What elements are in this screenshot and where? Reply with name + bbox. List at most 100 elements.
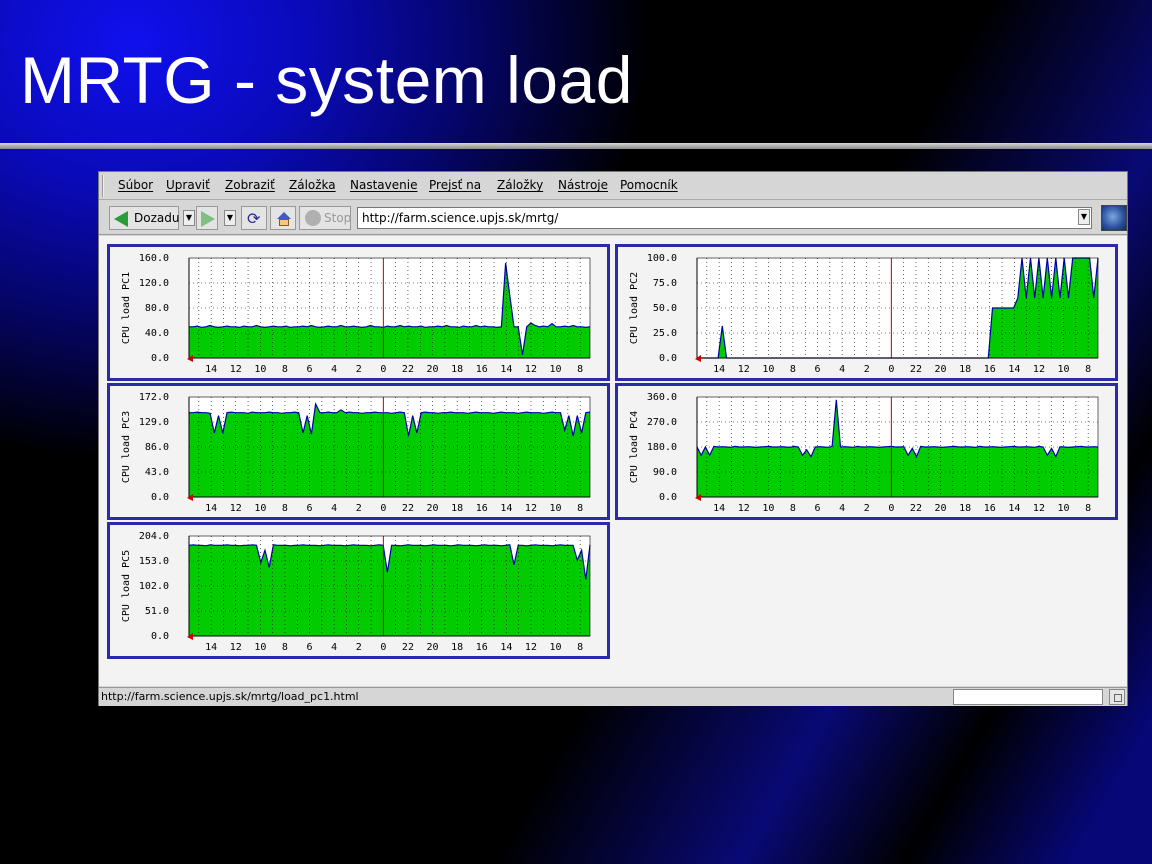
y-axis-label: CPU load PC3 — [121, 411, 132, 483]
x-tick-label: 4 — [331, 642, 337, 653]
x-tick-label: 0 — [380, 642, 386, 653]
y-tick-label: 0.0 — [151, 353, 169, 364]
y-tick-label: 40.0 — [145, 328, 169, 339]
x-tick-label: 2 — [356, 364, 362, 375]
x-tick-label: 0 — [888, 364, 894, 375]
y-tick-label: 102.0 — [139, 581, 169, 592]
x-tick-label: 14 — [1008, 364, 1020, 375]
x-tick-label: 6 — [307, 503, 313, 514]
menu-edit[interactable]: Upraviť — [166, 178, 210, 192]
x-tick-label: 2 — [864, 503, 870, 514]
forward-arrow-icon — [201, 211, 215, 227]
x-tick-label: 14 — [500, 364, 512, 375]
y-tick-label: 51.0 — [145, 606, 169, 617]
y-tick-label: 360.0 — [647, 392, 677, 403]
home-button[interactable] — [270, 206, 296, 230]
x-tick-label: 10 — [550, 642, 562, 653]
activity-throbber-icon[interactable] — [1101, 205, 1127, 231]
menu-file[interactable]: Súbor — [118, 178, 153, 192]
x-tick-label: 14 — [500, 642, 512, 653]
home-icon — [277, 212, 291, 219]
y-tick-label: 75.0 — [653, 278, 677, 289]
x-tick-label: 12 — [525, 364, 537, 375]
reload-icon: ⟳ — [247, 209, 261, 228]
x-tick-label: 16 — [984, 503, 996, 514]
x-tick-label: 2 — [356, 503, 362, 514]
y-tick-label: 0.0 — [659, 492, 677, 503]
graph-pc4[interactable]: 360.0 270.0 180.0 90.0 0.0 14 12 10 8 6 4 2 0 22 20 18 1… — [615, 383, 1118, 520]
menu-bookmarks[interactable]: Záložky — [497, 178, 543, 192]
x-tick-label: 2 — [356, 642, 362, 653]
y-tick-label: 50.0 — [653, 303, 677, 314]
x-tick-label: 22 — [910, 503, 922, 514]
back-history-dropdown[interactable]: ▼ — [183, 210, 195, 226]
menu-tools[interactable]: Nástroje — [558, 178, 608, 192]
x-tick-label: 10 — [1058, 364, 1070, 375]
y-tick-label: 25.0 — [653, 328, 677, 339]
x-tick-label: 22 — [402, 642, 414, 653]
forward-history-dropdown[interactable]: ▼ — [224, 210, 236, 226]
graph-pc1[interactable]: 160.0 120.0 80.0 40.0 0.0 14 12 10 8 6 4 2 0 22 20 18 16… — [107, 244, 610, 381]
stop-button-label: Stop — [324, 211, 352, 225]
x-tick-label: 12 — [1033, 503, 1045, 514]
y-tick-label: 129.0 — [139, 417, 169, 428]
menu-bar: Súbor Upraviť Zobraziť Záložka Nastaveni… — [99, 172, 1127, 200]
y-tick-label: 86.0 — [145, 442, 169, 453]
y-tick-label: 43.0 — [145, 467, 169, 478]
back-button[interactable]: Dozadu — [109, 206, 179, 230]
reload-button[interactable]: ⟳ — [241, 206, 267, 230]
menu-tab[interactable]: Záložka — [289, 178, 336, 192]
menu-settings[interactable]: Nastavenie — [350, 178, 417, 192]
y-tick-label: 100.0 — [647, 253, 677, 264]
url-history-dropdown[interactable]: ▼ — [1078, 209, 1090, 225]
menubar-grip[interactable] — [102, 175, 108, 197]
load-graph-svg: 172.0129.086.043.00.014 12 10 8 6 4 2 0 22 20 18 16… — [121, 392, 591, 514]
y-tick-label: 0.0 — [151, 492, 169, 503]
x-tick-label: 12 — [738, 364, 750, 375]
x-tick-label: 4 — [839, 364, 845, 375]
url-input[interactable]: http://farm.science.upjs.sk/mrtg/ — [357, 207, 1092, 229]
x-tick-label: 12 — [738, 503, 750, 514]
x-tick-label: 0 — [888, 503, 894, 514]
graph-pc5[interactable]: 204.0 153.0 102.0 51.0 0.0 14 12 10 8 6 4 2 0 22 20 18 1… — [107, 522, 610, 659]
x-tick-label: 10 — [550, 364, 562, 375]
x-tick-label: 14 — [205, 642, 217, 653]
stop-button[interactable]: Stop — [299, 206, 351, 230]
menu-go[interactable]: Prejsť na — [429, 178, 481, 192]
load-graph-svg: 160.0120.080.040.00.014 12 10 8 6 4 2 0 22 20 18 16… — [121, 253, 591, 375]
x-tick-label: 20 — [935, 364, 947, 375]
security-lock-icon[interactable] — [1109, 689, 1125, 705]
y-axis-label: CPU load PC4 — [629, 411, 640, 483]
graph-pc2[interactable]: 100.0 75.0 50.0 25.0 0.0 14 12 10 8 6 4 2 0 22 20 18 16 1… — [615, 244, 1118, 381]
x-tick-label: 10 — [762, 503, 774, 514]
x-tick-label: 4 — [839, 503, 845, 514]
menu-help[interactable]: Pomocník — [620, 178, 678, 192]
y-tick-label: 180.0 — [647, 442, 677, 453]
y-axis-label: CPU load PC1 — [121, 272, 132, 344]
x-tick-label: 8 — [282, 364, 288, 375]
graph-pc3[interactable]: 172.0 129.0 86.0 43.0 0.0 14 12 10 8 6 4 2 0 22 20 18 16… — [107, 383, 610, 520]
stop-icon — [305, 210, 321, 226]
x-tick-label: 10 — [762, 364, 774, 375]
x-tick-label: 14 — [713, 364, 725, 375]
back-arrow-icon — [114, 211, 128, 227]
y-tick-label: 120.0 — [139, 278, 169, 289]
x-tick-label: 14 — [713, 503, 725, 514]
back-button-label: Dozadu — [134, 211, 180, 225]
x-tick-label: 10 — [550, 503, 562, 514]
x-tick-label: 14 — [1008, 503, 1020, 514]
x-tick-label: 16 — [476, 503, 488, 514]
x-tick-label: 20 — [427, 364, 439, 375]
x-tick-label: 2 — [864, 364, 870, 375]
menu-view[interactable]: Zobraziť — [225, 178, 275, 192]
x-tick-label: 6 — [307, 642, 313, 653]
progress-box — [953, 689, 1103, 705]
y-axis-label: CPU load PC2 — [629, 272, 640, 344]
x-tick-label: 12 — [525, 642, 537, 653]
x-tick-label: 6 — [815, 503, 821, 514]
x-tick-label: 8 — [1085, 364, 1091, 375]
forward-button[interactable] — [196, 206, 218, 230]
y-axis-label: CPU load PC5 — [121, 550, 132, 622]
x-tick-label: 14 — [500, 503, 512, 514]
y-tick-label: 160.0 — [139, 253, 169, 264]
